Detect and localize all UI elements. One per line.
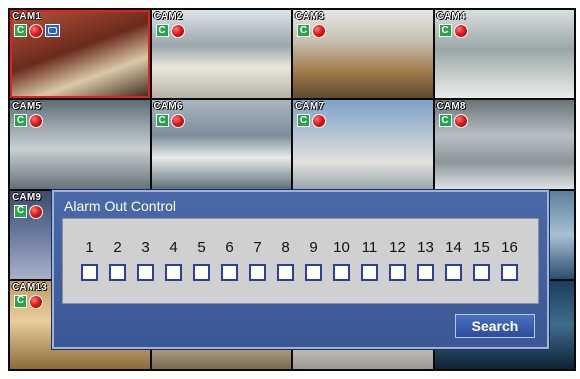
- channel-checkboxes: [81, 264, 518, 281]
- c-icon: C: [14, 114, 27, 128]
- camera-status-icons: C: [14, 204, 43, 219]
- alarm-out-checkbox[interactable]: [333, 264, 350, 281]
- dialog-title: Alarm Out Control: [64, 198, 177, 214]
- record-icon: [29, 114, 43, 129]
- record-icon: [170, 24, 185, 38]
- camera-tile[interactable]: CAM2 C: [151, 10, 291, 99]
- c-icon: C: [438, 24, 452, 37]
- channel-number: 14: [445, 239, 462, 256]
- alarm-out-checkbox[interactable]: [277, 264, 294, 281]
- channel-numbers: 1 2 3 4 5 6 7 8 9 10 11 12 13 14 15 16: [80, 239, 519, 256]
- channel-number: 1: [85, 239, 94, 256]
- camera-tile[interactable]: CAM6 C: [151, 100, 291, 189]
- alarm-out-checkbox[interactable]: [137, 264, 154, 281]
- camera-tile[interactable]: CAM3 C: [293, 10, 433, 99]
- channel-number: 15: [473, 239, 490, 256]
- camera-status-icons: C: [438, 24, 468, 38]
- channel-number: 16: [501, 239, 518, 256]
- channel-number: 11: [361, 239, 378, 256]
- c-icon: C: [14, 204, 27, 218]
- alarm-out-checkbox[interactable]: [417, 264, 434, 281]
- alarm-out-checkbox[interactable]: [221, 264, 238, 281]
- alarm-out-checkbox[interactable]: [165, 264, 182, 281]
- channel-number: 13: [417, 239, 434, 256]
- record-icon: [312, 24, 326, 38]
- network-icon: [45, 24, 60, 37]
- channel-number: 3: [141, 239, 150, 256]
- camera-tile[interactable]: CAM8 C: [434, 100, 574, 189]
- channel-number: 6: [225, 239, 234, 256]
- camera-label: CAM3: [295, 11, 325, 22]
- c-icon: C: [14, 294, 27, 308]
- camera-status-icons: C: [155, 24, 185, 38]
- alarm-out-checkbox[interactable]: [109, 264, 126, 281]
- alarm-out-checkbox[interactable]: [249, 264, 266, 281]
- alarm-out-control-dialog: Alarm Out Control 1 2 3 4 5 6 7 8 9 10 11 12 13 14 15 1…: [52, 190, 549, 349]
- c-icon: C: [297, 24, 310, 37]
- channel-number: 12: [389, 239, 406, 256]
- c-icon: C: [297, 114, 310, 128]
- camera-tile[interactable]: CAM5 C: [10, 100, 150, 189]
- alarm-out-checkbox[interactable]: [193, 264, 210, 281]
- camera-label: CAM5: [12, 101, 42, 113]
- alarm-out-checkbox[interactable]: [81, 264, 98, 281]
- camera-label: CAM8: [436, 101, 466, 113]
- camera-status-icons: C: [14, 294, 43, 309]
- camera-tile[interactable]: CAM1 C: [10, 10, 150, 99]
- record-icon: [453, 114, 468, 129]
- alarm-out-checkbox[interactable]: [389, 264, 406, 281]
- alarm-out-checkbox[interactable]: [305, 264, 322, 281]
- record-icon: [29, 204, 43, 219]
- camera-tile[interactable]: CAM4 C: [434, 10, 574, 99]
- record-icon: [170, 114, 185, 129]
- camera-status-icons: C: [155, 114, 185, 129]
- record-icon: [29, 24, 43, 38]
- channel-number: 2: [113, 239, 122, 256]
- alarm-out-checkbox[interactable]: [501, 264, 518, 281]
- c-icon: C: [438, 114, 452, 128]
- alarm-out-checkbox[interactable]: [361, 264, 378, 281]
- camera-label: CAM6: [153, 101, 183, 113]
- record-icon: [453, 24, 468, 38]
- camera-label: CAM2: [153, 11, 183, 22]
- camera-label: CAM7: [295, 101, 325, 113]
- camera-status-icons: C: [438, 114, 468, 129]
- c-icon: C: [155, 24, 169, 37]
- camera-status-icons: C: [14, 24, 60, 38]
- alarm-out-checkbox[interactable]: [445, 264, 462, 281]
- camera-label: CAM13: [12, 281, 47, 293]
- c-icon: C: [155, 114, 169, 128]
- camera-tile[interactable]: CAM7 C: [293, 100, 433, 189]
- camera-label: CAM1: [12, 11, 42, 22]
- channel-number: 9: [309, 239, 318, 256]
- channel-number: 8: [281, 239, 290, 256]
- alarm-channel-panel: 1 2 3 4 5 6 7 8 9 10 11 12 13 14 15 16: [62, 218, 539, 304]
- camera-label: CAM9: [12, 191, 42, 203]
- camera-status-icons: C: [297, 24, 326, 38]
- channel-number: 7: [253, 239, 262, 256]
- channel-number: 10: [333, 239, 350, 256]
- search-button[interactable]: Search: [455, 314, 535, 338]
- channel-number: 4: [169, 239, 178, 256]
- camera-status-icons: C: [14, 114, 43, 129]
- record-icon: [29, 294, 43, 309]
- c-icon: C: [14, 24, 27, 37]
- channel-number: 5: [197, 239, 206, 256]
- camera-status-icons: C: [297, 114, 326, 129]
- record-icon: [312, 114, 326, 129]
- camera-label: CAM4: [436, 11, 466, 22]
- alarm-out-checkbox[interactable]: [473, 264, 490, 281]
